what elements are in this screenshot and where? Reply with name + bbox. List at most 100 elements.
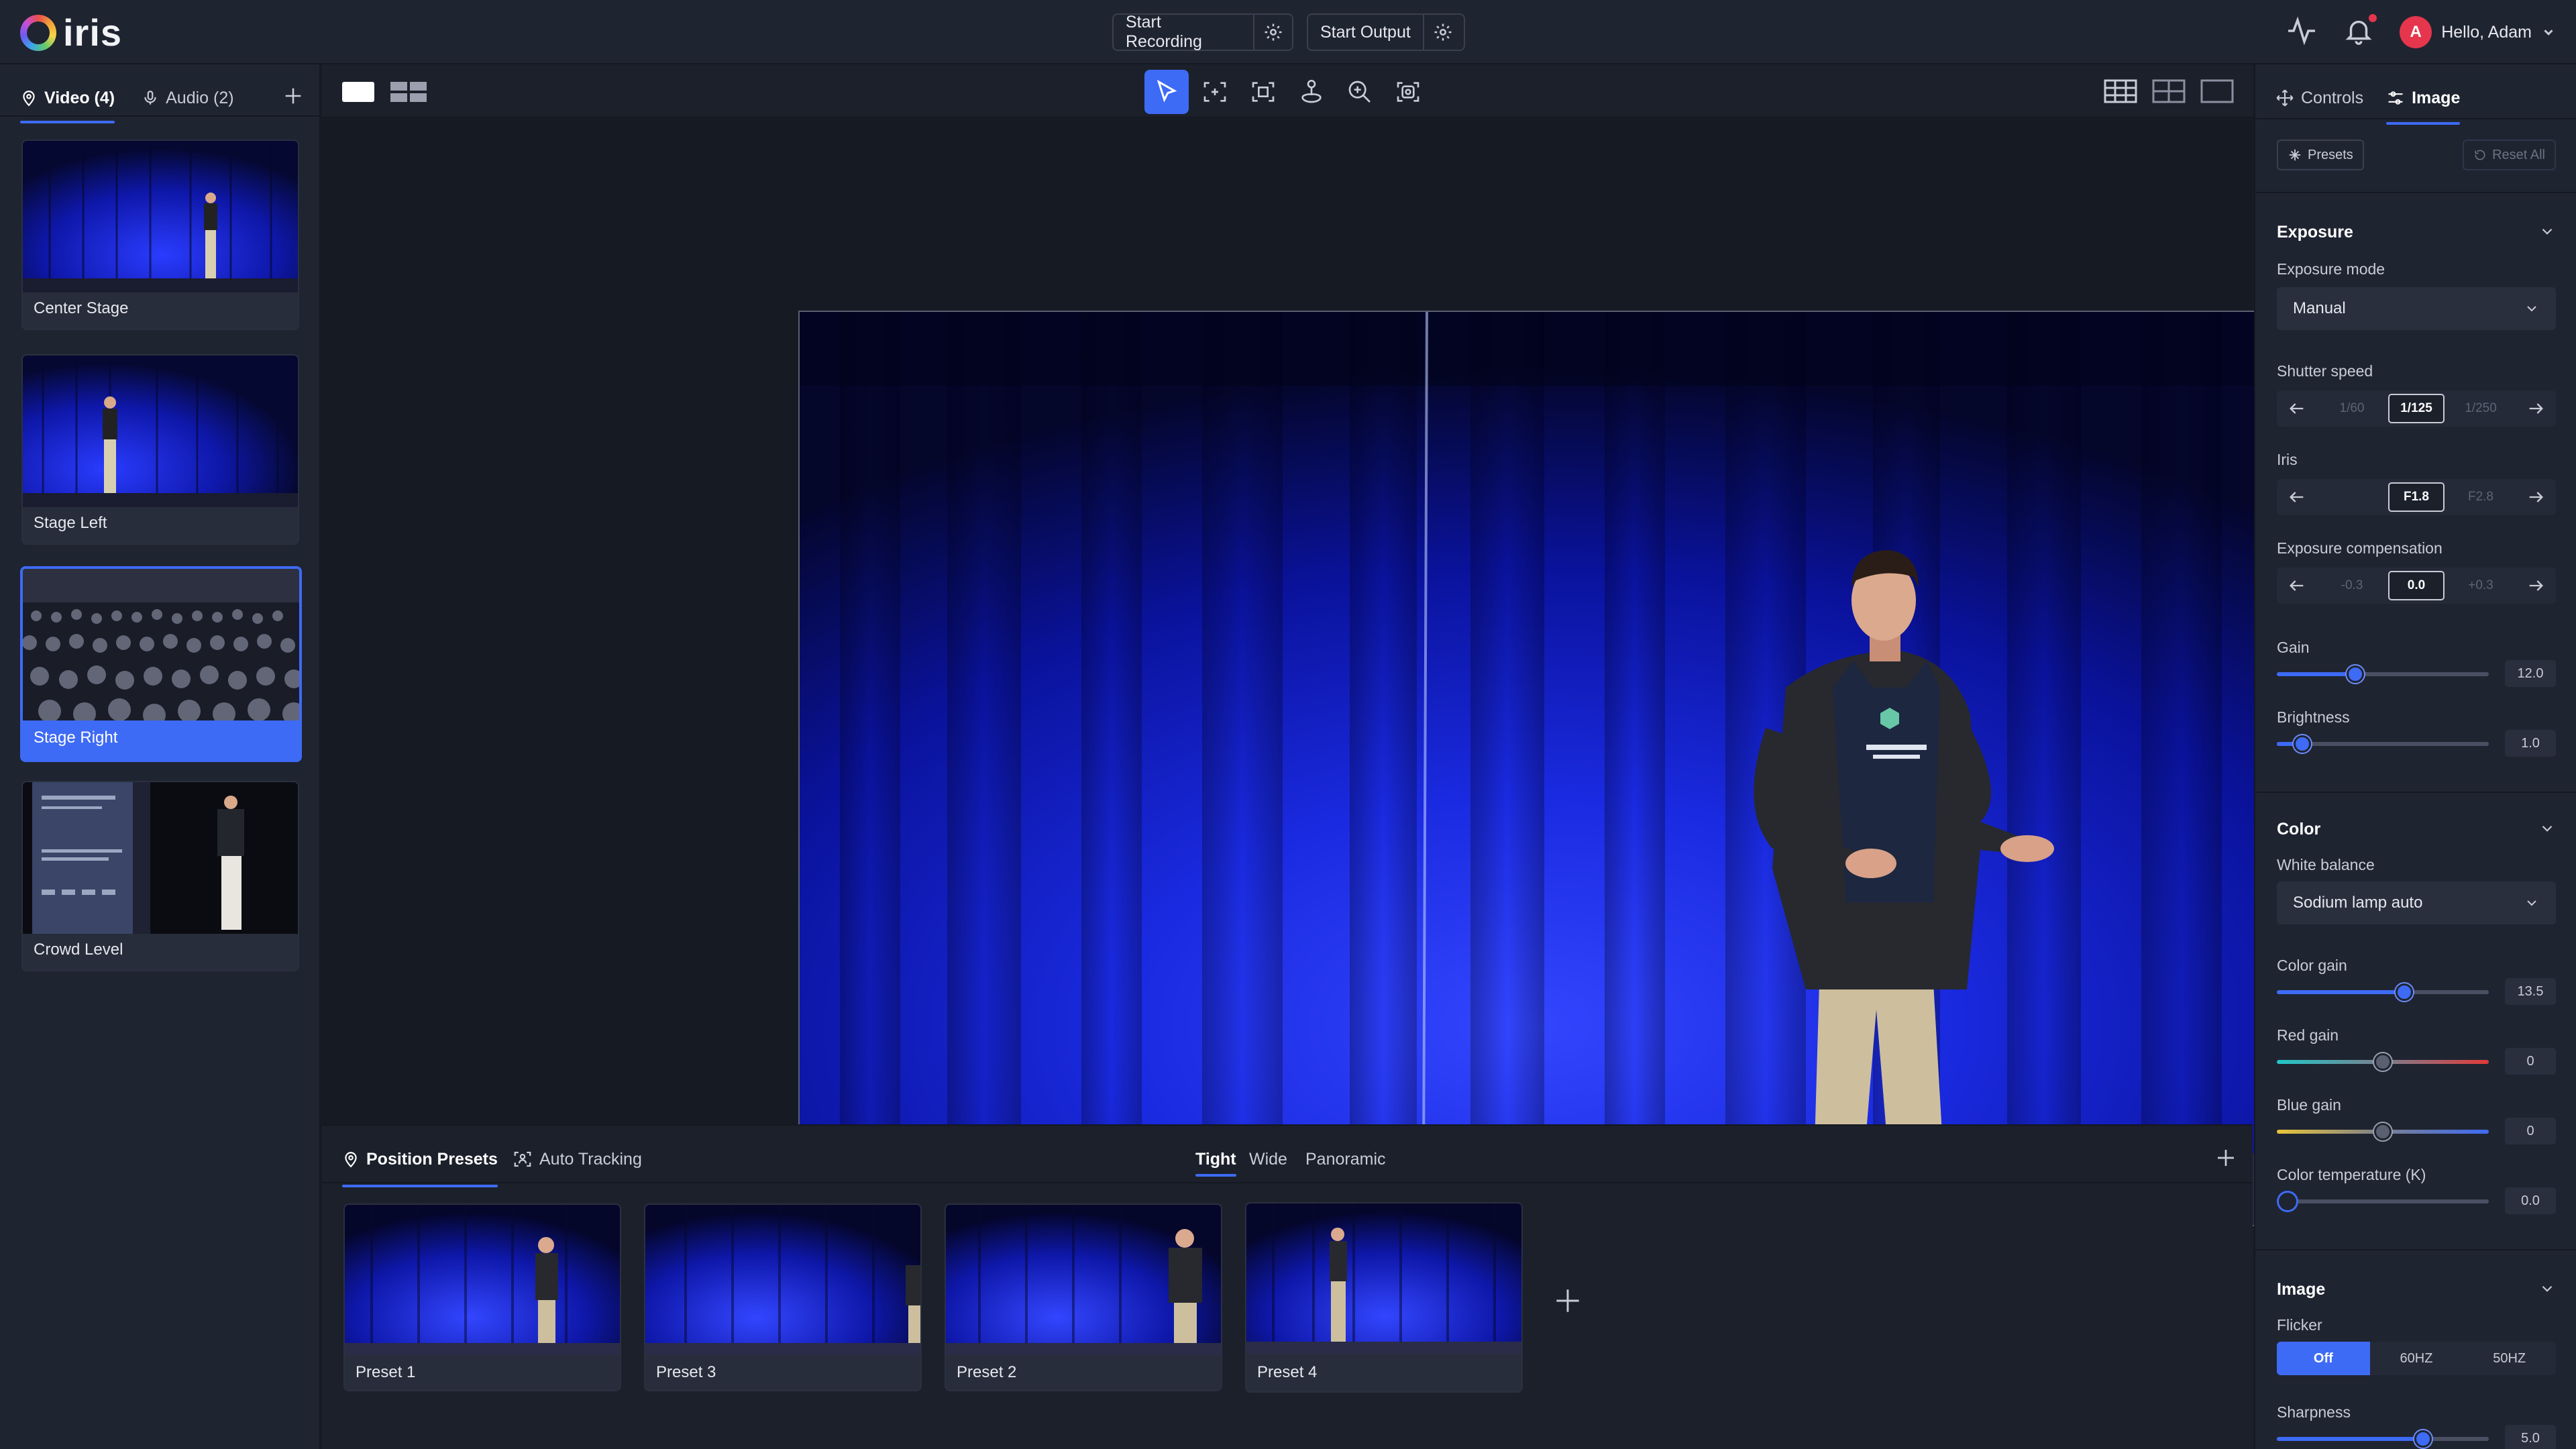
color-temperature-slider[interactable] xyxy=(2277,1187,2489,1214)
preset-card[interactable]: Preset 2 xyxy=(945,1203,1222,1391)
flicker-option-50hz[interactable]: 50HZ xyxy=(2463,1342,2556,1375)
camera-preview[interactable] xyxy=(798,311,2425,1226)
sharpness-value[interactable]: 5.0 xyxy=(2505,1425,2556,1449)
activity-icon[interactable] xyxy=(2286,15,2318,50)
divider xyxy=(322,1182,2253,1183)
shutter-option[interactable]: 1/60 xyxy=(2324,401,2380,416)
compensation-prev-button[interactable] xyxy=(2277,568,2317,604)
chevron-down-icon[interactable] xyxy=(2538,1280,2556,1297)
tab-image[interactable]: Image xyxy=(2386,78,2461,125)
sparkle-icon xyxy=(2289,149,2301,161)
framing-panoramic[interactable]: Panoramic xyxy=(1305,1139,1386,1179)
single-view-icon[interactable] xyxy=(342,82,374,102)
move-arrows-icon xyxy=(2276,89,2294,107)
divider xyxy=(2255,1249,2576,1250)
sharpness-slider[interactable] xyxy=(2277,1425,2489,1449)
crop-frame-icon xyxy=(1252,82,1275,102)
crop-tool[interactable] xyxy=(1241,70,1285,114)
red-gain-slider[interactable] xyxy=(2277,1048,2489,1075)
user-menu[interactable]: A Hello, Adam xyxy=(2400,16,2556,48)
camera-card-stage-right[interactable]: Stage Right xyxy=(20,566,302,762)
arrow-right-icon xyxy=(2529,492,2543,502)
slider-handle[interactable] xyxy=(2396,983,2413,1001)
compensation-option-selected[interactable]: 0.0 xyxy=(2388,571,2445,600)
camera-card-center-stage[interactable]: Center Stage xyxy=(21,140,299,330)
focus-tool[interactable] xyxy=(1386,70,1430,114)
shutter-option-selected[interactable]: 1/125 xyxy=(2388,394,2445,423)
red-gain-value[interactable]: 0 xyxy=(2505,1048,2556,1075)
zoom-tool[interactable] xyxy=(1338,70,1382,114)
joystick-tool[interactable] xyxy=(1289,70,1334,114)
flicker-option-off[interactable]: Off xyxy=(2277,1342,2370,1375)
flicker-option-60hz[interactable]: 60HZ xyxy=(2370,1342,2463,1375)
camera-card-crowd-level[interactable]: Crowd Level xyxy=(21,781,299,971)
divider xyxy=(2255,192,2576,193)
iris-logo[interactable]: iris xyxy=(20,14,122,52)
framing-tight[interactable]: Tight xyxy=(1195,1139,1236,1179)
slider-handle[interactable] xyxy=(2374,1053,2392,1071)
shutter-prev-button[interactable] xyxy=(2277,390,2317,427)
slider-handle[interactable] xyxy=(2374,1123,2392,1140)
add-source-button[interactable] xyxy=(276,79,310,113)
exposure-mode-select[interactable]: Manual xyxy=(2277,287,2556,330)
color-section-title[interactable]: Color xyxy=(2277,820,2320,839)
layout-grid-icon[interactable] xyxy=(2104,79,2137,107)
gain-slider[interactable] xyxy=(2277,660,2489,687)
start-output-button[interactable]: Start Output xyxy=(1308,15,1424,50)
preset-thumbnail xyxy=(1246,1203,1521,1354)
start-recording-button[interactable]: Start Recording xyxy=(1114,13,1255,51)
recording-settings-gear-icon[interactable] xyxy=(1254,15,1292,50)
tab-position-presets[interactable]: Position Presets xyxy=(342,1139,498,1187)
slider-handle[interactable] xyxy=(2414,1430,2432,1448)
grid-view-icon[interactable] xyxy=(390,82,427,102)
chevron-down-icon[interactable] xyxy=(2538,820,2556,837)
slider-handle[interactable] xyxy=(2294,735,2311,753)
white-balance-select[interactable]: Sodium lamp auto xyxy=(2277,881,2556,924)
reset-icon xyxy=(2475,150,2485,160)
output-settings-gear-icon[interactable] xyxy=(1424,15,1462,50)
tab-video[interactable]: Video (4) xyxy=(20,78,115,123)
brightness-value[interactable]: 1.0 xyxy=(2505,730,2556,757)
select-tool[interactable] xyxy=(1144,70,1189,114)
top-right-actions: A Hello, Adam xyxy=(2286,12,2556,52)
reset-all-button[interactable]: Reset All xyxy=(2463,140,2556,170)
framing-wide[interactable]: Wide xyxy=(1249,1139,1287,1179)
chevron-down-icon[interactable] xyxy=(2538,223,2556,240)
layout-single-icon[interactable] xyxy=(2200,79,2234,107)
compensation-option[interactable]: +0.3 xyxy=(2453,578,2509,593)
add-preset-button[interactable] xyxy=(1551,1284,1585,1321)
add-frame-tool[interactable] xyxy=(1193,70,1237,114)
shutter-option[interactable]: 1/250 xyxy=(2453,401,2509,416)
color-temperature-value[interactable]: 0.0 xyxy=(2505,1187,2556,1214)
slider-fill xyxy=(2277,672,2355,676)
red-gain-label: Red gain xyxy=(2277,1026,2339,1044)
tab-controls[interactable]: Controls xyxy=(2275,78,2363,118)
tab-audio[interactable]: Audio (2) xyxy=(142,78,234,118)
shutter-next-button[interactable] xyxy=(2516,390,2556,427)
compensation-option[interactable]: -0.3 xyxy=(2324,578,2380,593)
slider-handle[interactable] xyxy=(2279,1193,2296,1210)
notifications-bell-icon[interactable] xyxy=(2343,13,2377,50)
gain-value[interactable]: 12.0 xyxy=(2505,660,2556,687)
color-gain-slider[interactable] xyxy=(2277,978,2489,1005)
camera-card-stage-left[interactable]: Stage Left xyxy=(21,354,299,545)
tab-auto-tracking[interactable]: Auto Tracking xyxy=(513,1139,642,1179)
presets-button[interactable]: Presets xyxy=(2277,140,2364,170)
brightness-slider[interactable] xyxy=(2277,730,2489,757)
image-section-title[interactable]: Image xyxy=(2277,1280,2325,1299)
blue-gain-slider[interactable] xyxy=(2277,1118,2489,1144)
compensation-next-button[interactable] xyxy=(2516,568,2556,604)
preset-card[interactable]: Preset 4 xyxy=(1245,1202,1523,1393)
iris-next-button[interactable] xyxy=(2516,479,2556,515)
iris-prev-button[interactable] xyxy=(2277,479,2317,515)
add-preset-header-button[interactable] xyxy=(2214,1146,2238,1173)
blue-gain-value[interactable]: 0 xyxy=(2505,1118,2556,1144)
color-gain-value[interactable]: 13.5 xyxy=(2505,978,2556,1005)
preset-card[interactable]: Preset 3 xyxy=(644,1203,922,1391)
layout-split-icon[interactable] xyxy=(2152,79,2186,107)
iris-option-selected[interactable]: F1.8 xyxy=(2388,482,2445,512)
preset-card[interactable]: Preset 1 xyxy=(343,1203,621,1391)
slider-handle[interactable] xyxy=(2347,665,2364,683)
exposure-section-title[interactable]: Exposure xyxy=(2277,223,2353,242)
iris-option[interactable]: F2.8 xyxy=(2453,490,2509,504)
